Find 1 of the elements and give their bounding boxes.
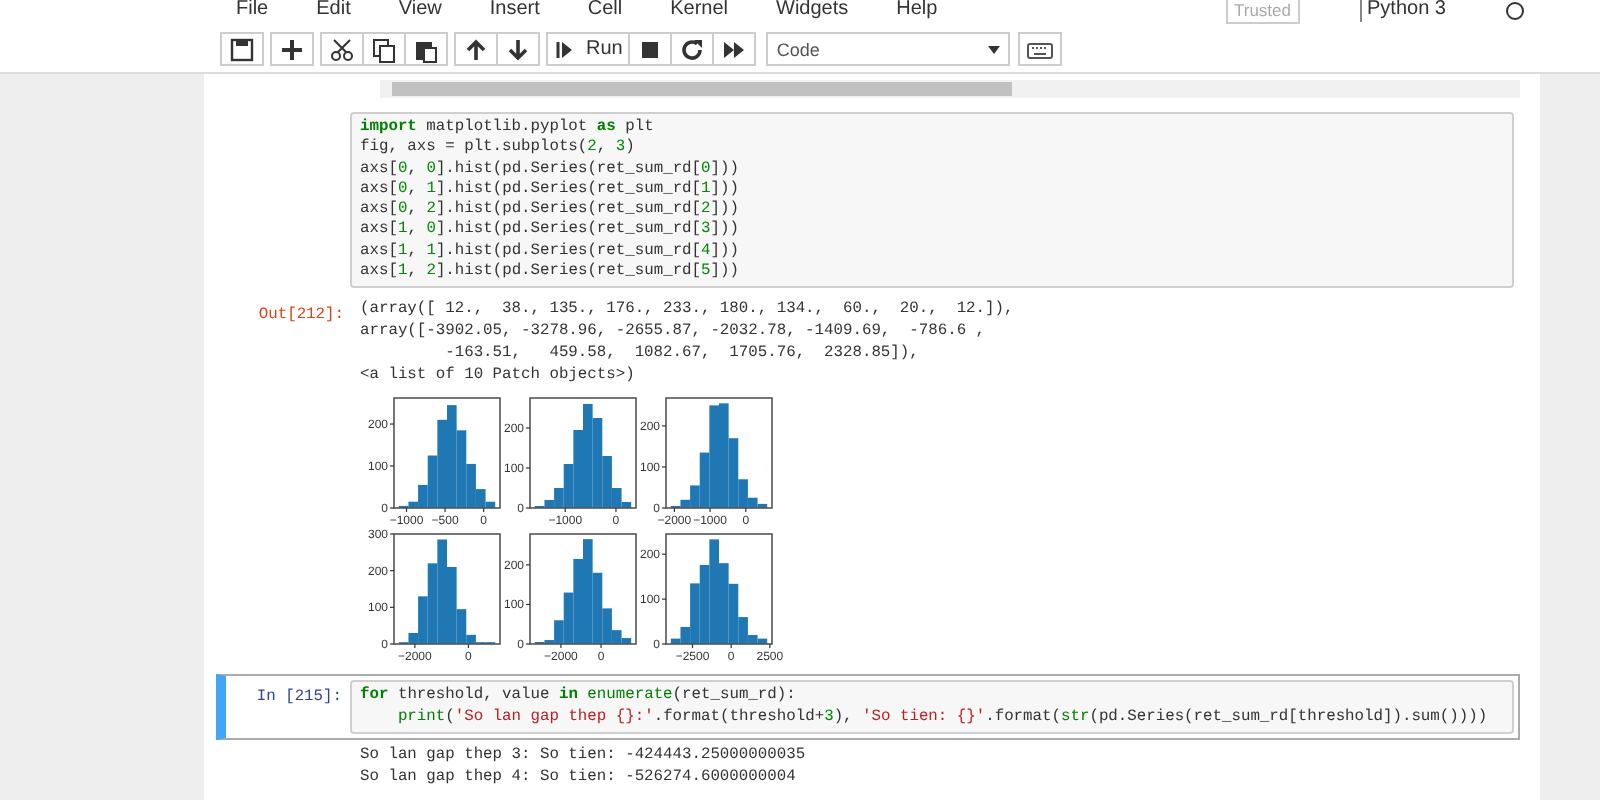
kernel-name: Python 3 — [1359, 0, 1446, 22]
